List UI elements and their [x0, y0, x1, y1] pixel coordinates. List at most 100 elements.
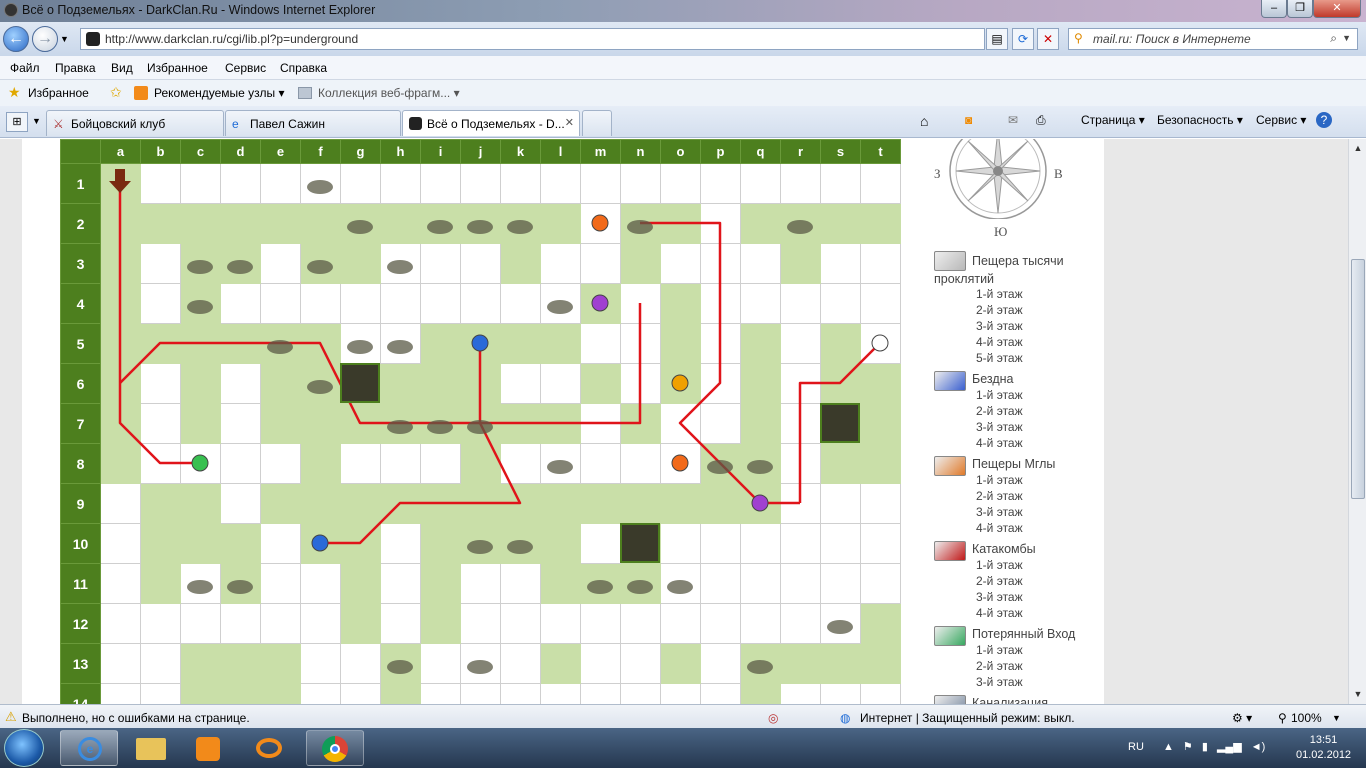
search-input[interactable]: ⚲ mail.ru: Поиск в Интернете ⌕ ▼	[1068, 28, 1358, 50]
dungeon-type-link[interactable]: Катакомбы	[972, 542, 1036, 556]
favorites-button[interactable]: Избранное	[28, 86, 89, 100]
grid-cell	[540, 603, 581, 644]
floor-link[interactable]: 3-й этаж	[976, 675, 1023, 689]
floor-link[interactable]: 1-й этаж	[976, 643, 1023, 657]
dungeon-type-link[interactable]: Бездна	[972, 372, 1014, 386]
grid-cell	[740, 363, 781, 404]
taskbar-chrome[interactable]	[306, 730, 364, 766]
maximize-button[interactable]: ❐	[1287, 0, 1313, 18]
dungeon-type-link[interactable]: Потерянный Вход	[972, 627, 1075, 641]
safety-menu[interactable]: Безопасность ▾	[1157, 113, 1243, 127]
floor-link[interactable]: 1-й этаж	[976, 473, 1023, 487]
help-icon[interactable]: ?	[1316, 112, 1332, 128]
tools-menu[interactable]: Сервис ▾	[1256, 113, 1306, 127]
scroll-thumb[interactable]	[1351, 259, 1365, 499]
tab-list-dropdown-icon[interactable]: ▼	[32, 116, 41, 126]
floor-link[interactable]: 2-й этаж	[976, 574, 1023, 588]
floor-link[interactable]: 1-й этаж	[976, 287, 1023, 301]
page-menu[interactable]: Страница ▾	[1081, 113, 1145, 127]
flag-icon[interactable]: ⚑	[1183, 741, 1193, 753]
feeds-icon[interactable]: ◙	[965, 113, 972, 127]
compatibility-view-icon[interactable]: ▤	[986, 28, 1008, 50]
floor-link[interactable]: 2-й этаж	[976, 303, 1023, 317]
vertical-scrollbar[interactable]: ▲ ▼	[1348, 139, 1366, 704]
grid-cell	[220, 363, 261, 404]
taskbar-media-player[interactable]	[180, 730, 238, 766]
floor-link[interactable]: 4-й этаж	[976, 606, 1023, 620]
floor-link[interactable]: 1-й этаж	[976, 388, 1023, 402]
search-icon[interactable]: ⌕	[1330, 31, 1337, 46]
taskbar-app[interactable]	[240, 730, 298, 766]
grid-cell	[820, 323, 861, 364]
grid-cell	[140, 643, 181, 684]
menu-favorites[interactable]: Избранное	[147, 61, 208, 75]
menu-file[interactable]: Файл	[10, 61, 40, 75]
protected-mode-icon[interactable]: ⚙ ▾	[1232, 711, 1252, 725]
status-message[interactable]: Выполнено, но с ошибками на странице.	[22, 711, 250, 725]
floor-link[interactable]: 4-й этаж	[976, 436, 1023, 450]
floor-link[interactable]: 3-й этаж	[976, 505, 1023, 519]
floor-link[interactable]: 2-й этаж	[976, 489, 1023, 503]
grid-cell	[100, 643, 141, 684]
grid-row: 2	[60, 203, 901, 244]
stop-icon[interactable]: ✕	[1037, 28, 1059, 50]
close-tab-icon[interactable]: ✕	[565, 116, 574, 129]
new-tab-button[interactable]	[582, 110, 612, 136]
start-button[interactable]	[4, 729, 44, 767]
floor-link[interactable]: 1-й этаж	[976, 558, 1023, 572]
back-button[interactable]: ←	[3, 26, 29, 52]
scroll-down-icon[interactable]: ▼	[1351, 687, 1365, 701]
read-mail-icon[interactable]: ✉	[1008, 113, 1018, 127]
taskbar-ie[interactable]: e	[60, 730, 118, 766]
language-indicator[interactable]: RU	[1128, 741, 1144, 753]
dungeon-type-link[interactable]: Пещеры Мглы	[972, 457, 1055, 471]
refresh-icon[interactable]: ⟳	[1012, 28, 1034, 50]
dungeon-type-link[interactable]: Пещера тысячи проклятий	[934, 252, 1074, 288]
security-zone[interactable]: Интернет | Защищенный режим: выкл.	[860, 711, 1075, 725]
grid-row: 8	[60, 443, 901, 484]
menu-tools[interactable]: Сервис	[225, 61, 266, 75]
zoom-dropdown-icon[interactable]: ▼	[1332, 713, 1341, 723]
floor-link[interactable]: 2-й этаж	[976, 404, 1023, 418]
suggested-sites-link[interactable]: Рекомендуемые узлы ▾	[154, 86, 285, 100]
scroll-up-icon[interactable]: ▲	[1351, 141, 1365, 155]
quick-tabs-icon[interactable]: ⊞	[6, 112, 28, 132]
add-favorite-icon[interactable]: ✩	[110, 84, 122, 101]
print-icon[interactable]: ⎙	[1036, 113, 1046, 128]
floor-link[interactable]: 3-й этаж	[976, 420, 1023, 434]
floor-link[interactable]: 4-й этаж	[976, 335, 1023, 349]
web-slice-gallery-link[interactable]: Коллекция веб-фрагм... ▾	[318, 86, 460, 100]
grid-cell	[380, 443, 421, 484]
clock[interactable]: 13:51 01.02.2012	[1296, 733, 1351, 763]
close-window-button[interactable]: ✕	[1313, 0, 1361, 18]
tray-expand-icon[interactable]: ▲	[1163, 741, 1174, 753]
floor-link[interactable]: 3-й этаж	[976, 319, 1023, 333]
dungeon-type-link[interactable]: Канализация	[972, 696, 1048, 704]
minimize-button[interactable]: –	[1261, 0, 1287, 18]
floor-link[interactable]: 2-й этаж	[976, 659, 1023, 673]
tab-fight-club[interactable]: ⚔ Бойцовский клуб	[46, 110, 224, 136]
menu-help[interactable]: Справка	[280, 61, 327, 75]
menu-view[interactable]: Вид	[111, 61, 133, 75]
network-icon[interactable]: ▂▄▆	[1217, 741, 1242, 753]
search-options-dropdown-icon[interactable]: ▼	[1342, 33, 1351, 43]
zoom-level[interactable]: 100%	[1291, 711, 1322, 725]
forward-button[interactable]: →	[32, 26, 58, 52]
warning-icon[interactable]: ⚠	[5, 709, 17, 725]
power-icon[interactable]: ▮	[1202, 741, 1208, 753]
grid-row: 5	[60, 323, 901, 364]
floor-link[interactable]: 5-й этаж	[976, 351, 1023, 365]
tab-pavel[interactable]: e Павел Сажин	[225, 110, 401, 136]
taskbar-explorer[interactable]	[122, 730, 180, 766]
home-icon[interactable]: ⌂	[920, 113, 928, 129]
floor-link[interactable]: 4-й этаж	[976, 521, 1023, 535]
menu-edit[interactable]: Правка	[55, 61, 96, 75]
floor-link[interactable]: 3-й этаж	[976, 590, 1023, 604]
privacy-icon[interactable]: ◎	[768, 711, 778, 725]
tab-underground[interactable]: Всё о Подземельях - D... ✕	[402, 110, 580, 136]
recent-pages-dropdown-icon[interactable]: ▼	[60, 34, 69, 44]
grid-cell	[860, 163, 901, 204]
grid-cell	[700, 603, 741, 644]
address-field[interactable]: http://www.darkclan.ru/cgi/lib.pl?p=unde…	[80, 28, 985, 50]
volume-icon[interactable]: ◄)	[1251, 741, 1266, 753]
